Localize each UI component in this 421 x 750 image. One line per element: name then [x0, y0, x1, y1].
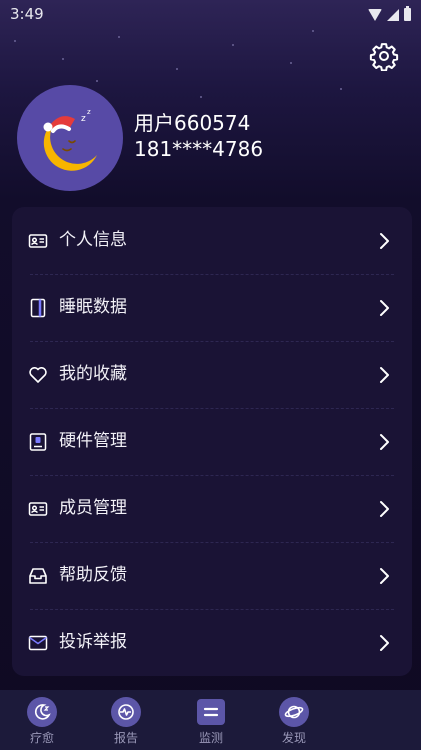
- battery-icon: [404, 6, 411, 21]
- signal-icon: [387, 8, 399, 21]
- chevron-right-icon: [376, 298, 392, 318]
- chevron-right-icon: [376, 432, 392, 452]
- tab-label: 报告: [113, 731, 138, 745]
- chevron-right-icon: [376, 365, 392, 385]
- heart-icon: [28, 365, 48, 385]
- pulse-icon: [111, 697, 141, 727]
- tab-discover[interactable]: 发现: [259, 690, 329, 750]
- tab-healing[interactable]: 疗愈: [7, 690, 77, 750]
- menu-item-label: 我的收藏: [59, 364, 127, 384]
- mail-icon: [28, 633, 48, 653]
- menu-item-label: 睡眠数据: [59, 297, 127, 317]
- menu-item-favorites[interactable]: 我的收藏: [12, 341, 412, 408]
- tab-label: 监测: [198, 731, 223, 745]
- menu-item-label: 帮助反馈: [59, 565, 127, 585]
- chevron-right-icon: [376, 499, 392, 519]
- status-bar: 3:49: [0, 0, 421, 30]
- gear-icon: [369, 43, 399, 71]
- username: 用户660574: [134, 111, 251, 135]
- sleeping-moon-icon: z z: [43, 108, 97, 171]
- id-card-icon: [28, 499, 48, 519]
- moon-icon: [27, 697, 57, 727]
- status-time: 3:49: [10, 5, 44, 23]
- menu-item-label: 硬件管理: [59, 431, 127, 451]
- id-card-icon: [28, 231, 48, 251]
- menu-item-sleep-data[interactable]: 睡眠数据: [12, 274, 412, 341]
- device-icon: [28, 432, 48, 452]
- settings-button[interactable]: [366, 38, 402, 74]
- menu-item-report[interactable]: 投诉举报: [12, 609, 412, 676]
- wifi-icon: [368, 8, 382, 21]
- status-icons: [368, 6, 411, 21]
- chevron-right-icon: [376, 231, 392, 251]
- menu-item-personal-info[interactable]: 个人信息: [12, 207, 412, 274]
- equals-icon: [197, 699, 225, 725]
- phone-number: 181****4786: [134, 137, 264, 161]
- chevron-right-icon: [376, 633, 392, 653]
- inbox-icon: [28, 566, 48, 586]
- menu-item-label: 个人信息: [59, 230, 127, 250]
- menu-item-hardware[interactable]: 硬件管理: [12, 408, 412, 475]
- tab-monitor[interactable]: 监测: [176, 690, 246, 750]
- user-info: 用户660574 181****4786: [134, 110, 263, 162]
- avatar[interactable]: z z: [17, 85, 123, 191]
- tab-label: 发现: [281, 731, 306, 745]
- tab-label: 疗愈: [29, 731, 54, 745]
- bottom-tab-bar: 疗愈 报告 监测 发现: [0, 690, 421, 750]
- document-icon: [28, 298, 48, 318]
- menu-item-help-feedback[interactable]: 帮助反馈: [12, 542, 412, 609]
- menu-item-members[interactable]: 成员管理: [12, 475, 412, 542]
- chevron-right-icon: [376, 566, 392, 586]
- planet-icon: [279, 697, 309, 727]
- menu-item-label: 投诉举报: [59, 632, 127, 652]
- svg-text:z: z: [87, 108, 91, 116]
- menu-card: 个人信息 睡眠数据 我的收藏 硬件管理 成员管理 帮助反馈 投诉举报: [12, 207, 412, 676]
- svg-text:z: z: [81, 114, 86, 124]
- tab-report[interactable]: 报告: [91, 690, 161, 750]
- menu-item-label: 成员管理: [59, 498, 127, 518]
